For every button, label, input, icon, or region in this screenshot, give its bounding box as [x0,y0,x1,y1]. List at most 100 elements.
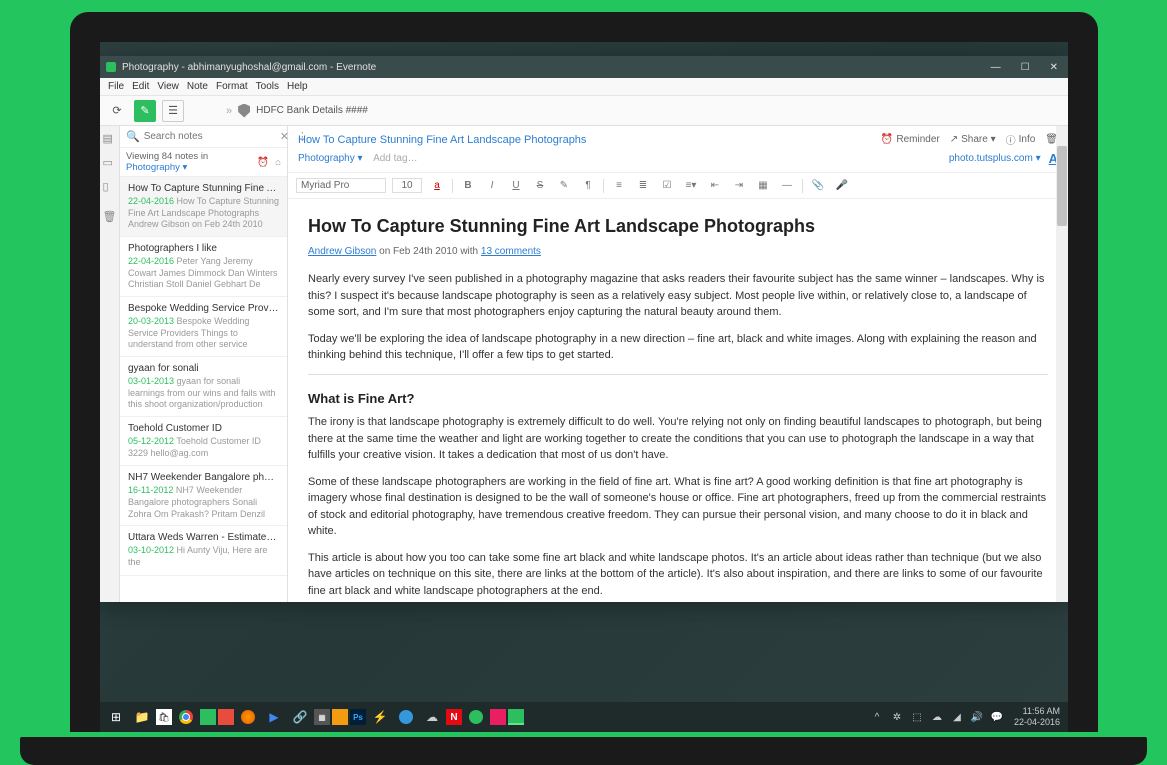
close-button[interactable]: ✕ [1046,62,1062,73]
note-item-title: Uttara Weds Warren - Estimate v2 [128,532,279,543]
tray-icon-2[interactable]: ⬚ [910,710,924,724]
sync-button[interactable]: ⟳ [106,100,128,122]
tray-icon-1[interactable]: ✲ [890,710,904,724]
new-note-button[interactable]: ✎ [134,100,156,122]
search-input[interactable] [144,131,276,142]
align-button[interactable]: ≡▾ [682,180,700,191]
note-item-snippet: 03-10-2012 Hi Aunty Viju, Here are the [128,545,279,568]
netflix-icon[interactable]: N [446,709,462,725]
audio-button[interactable]: 🎤 [833,180,851,191]
attachment-button[interactable]: 📎 [809,180,827,191]
app-icon-2[interactable] [218,709,234,725]
firefox-icon[interactable] [236,705,260,729]
tray-notifications-icon[interactable]: 💬 [990,710,1004,724]
info-button[interactable]: ⓘ Info [1006,132,1036,147]
vertical-scrollbar[interactable] [1056,126,1068,602]
tray-up-icon[interactable]: ^ [870,710,884,724]
checkbox-button[interactable]: ☑ [658,180,676,191]
tray-wifi-icon[interactable]: ◢ [950,710,964,724]
editor-content[interactable]: How To Capture Stunning Fine Art Landsca… [288,199,1068,602]
note-item[interactable]: Photographers I like 22-04-2016 Peter Yan… [120,237,287,297]
menu-tools[interactable]: Tools [256,81,279,92]
comments-link[interactable]: 13 comments [481,246,541,257]
author-link[interactable]: Andrew Gibson [308,246,376,257]
reminder-button[interactable]: ⏰ Reminder [881,132,940,147]
notebook-filter[interactable]: Photography ▾ [126,162,187,173]
menu-format[interactable]: Format [216,81,248,92]
font-family-select[interactable]: Myriad Pro [296,178,386,193]
titlebar[interactable]: Photography - abhimanyughoshal@gmail.com… [100,56,1068,78]
activity-button[interactable]: ☰ [162,100,184,122]
underline-button[interactable]: U [507,180,525,191]
tray-volume-icon[interactable]: 🔊 [970,710,984,724]
start-button[interactable]: ⊞ [104,705,128,729]
app-icon-5[interactable] [464,705,488,729]
divider [308,374,1048,375]
hr-button[interactable]: — [778,180,796,191]
menu-view[interactable]: View [157,81,179,92]
taskbar-clock[interactable]: 11:56 AM 22-04-2016 [1010,706,1064,728]
font-size-select[interactable]: 10 [392,178,422,193]
clear-format-button[interactable]: ¶ [579,180,597,191]
file-explorer-icon[interactable]: 📁 [130,705,154,729]
winamp-icon[interactable]: ⚡ [368,705,392,729]
menu-file[interactable]: File [108,81,124,92]
italic-button[interactable]: I [483,180,501,191]
note-item[interactable]: Uttara Weds Warren - Estimate v2 03-10-20… [120,526,287,575]
app-icon-4[interactable] [394,705,418,729]
list-options-icon[interactable]: ⌂ [275,157,281,168]
note-item[interactable]: gyaan for sonali03-01-2013 gyaan for son… [120,357,287,417]
tags-icon[interactable]: ▯ [103,180,117,194]
app-icon-6[interactable] [490,709,506,725]
menu-edit[interactable]: Edit [132,81,149,92]
note-item[interactable]: How To Capture Stunning Fine Art Landsc…… [120,177,287,237]
paragraph: Today we'll be exploring the idea of lan… [308,331,1048,364]
note-item[interactable]: NH7 Weekender Bangalore photographers16-… [120,466,287,526]
source-url[interactable]: photo.tutsplus.com ▾ [949,153,1041,164]
note-item-snippet: 22-04-2016 Peter Yang Jeremy Cowart Jame… [128,256,279,290]
text-color-button[interactable]: a [428,180,446,191]
note-item-title: Photographers I like [128,243,279,254]
trash-icon[interactable]: 🗑 [103,210,117,224]
store-icon[interactable]: 🛍 [156,709,172,725]
notes-icon[interactable]: ▤ [103,132,117,146]
number-list-button[interactable]: ≣ [634,180,652,191]
note-item[interactable]: Toehold Customer ID05-12-2012 Toehold Cu… [120,417,287,466]
evernote-window: Photography - abhimanyughoshal@gmail.com… [100,56,1068,602]
highlight-button[interactable]: ✎ [555,180,573,191]
share-button[interactable]: ↗ Share ▾ [950,132,996,147]
note-item-title: Bespoke Wedding Service Providers [128,303,279,314]
menu-note[interactable]: Note [187,81,208,92]
bullet-list-button[interactable]: ≡ [610,180,628,191]
link-icon[interactable]: 🔗 [288,705,312,729]
laptop-bezel: Photography - abhimanyughoshal@gmail.com… [70,12,1098,732]
evernote-taskbar-icon[interactable] [508,709,524,725]
maximize-button[interactable]: ☐ [1017,62,1034,73]
add-tag-field[interactable]: Add tag… [373,153,417,164]
indent-button[interactable]: ⇥ [730,180,748,191]
tray-cloud-icon[interactable]: ☁ [930,710,944,724]
app-icon-1[interactable] [200,709,216,725]
play-icon[interactable]: ▶ [262,705,286,729]
note-item[interactable]: Bespoke Wedding Service Providers20-03-2… [120,297,287,357]
note-title-link[interactable]: How To Capture Stunning Fine Art Landsca… [298,134,586,146]
steam-icon[interactable]: ☁ [420,705,444,729]
strike-button[interactable]: S [531,180,549,191]
table-button[interactable]: ▦ [754,180,772,191]
menubar: File Edit View Note Format Tools Help [100,78,1068,96]
app-icon-3[interactable] [332,709,348,725]
chrome-icon[interactable] [174,705,198,729]
calculator-icon[interactable]: ▦ [314,709,330,725]
byline: Andrew Gibson on Feb 24th 2010 with 13 c… [308,244,1048,259]
scrollbar-thumb[interactable] [1057,146,1067,226]
notebook-dropdown[interactable]: Photography ▾ [298,153,363,164]
notebooks-icon[interactable]: ▭ [103,156,117,170]
reminders-icon[interactable]: ⏰ [257,157,269,168]
bold-button[interactable]: B [459,180,477,191]
shortcut-label[interactable]: HDFC Bank Details #### [256,105,368,116]
photoshop-icon[interactable]: Ps [350,709,366,725]
minimize-button[interactable]: — [987,62,1005,73]
outdent-button[interactable]: ⇤ [706,180,724,191]
windows-taskbar[interactable]: ⊞ 📁 🛍 ▶ 🔗 ▦ Ps ⚡ ☁ N ^ [100,702,1068,732]
menu-help[interactable]: Help [287,81,308,92]
